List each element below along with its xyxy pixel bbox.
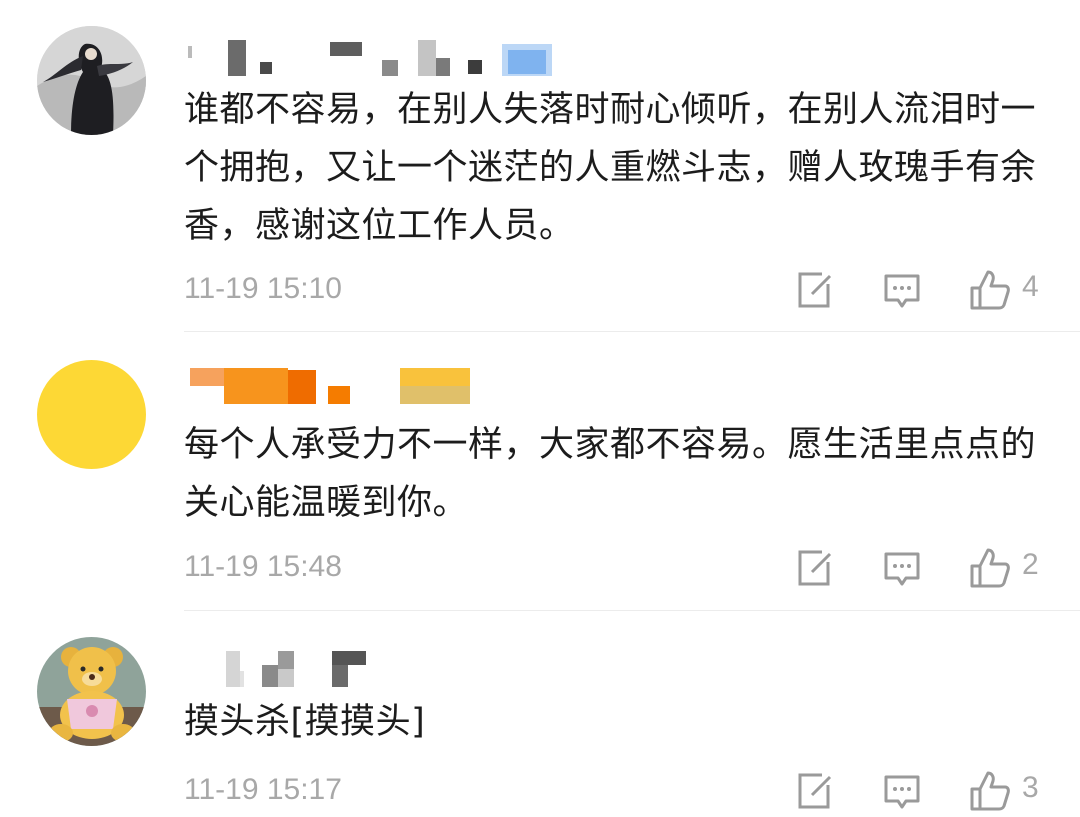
thumbs-up-icon[interactable] (968, 769, 1012, 813)
thumbs-up-icon[interactable] (968, 546, 1012, 590)
thumbs-up-icon[interactable] (968, 268, 1012, 312)
reply-icon[interactable] (880, 769, 924, 813)
username-redacted[interactable] (184, 368, 484, 404)
comment-actions: 4 (790, 268, 1050, 312)
comment-time: 11-19 15:17 (184, 773, 342, 806)
username-redacted[interactable] (184, 40, 564, 76)
yellow-circle-avatar[interactable] (37, 360, 146, 469)
reply-icon[interactable] (880, 268, 924, 312)
avatar[interactable] (37, 637, 146, 746)
comment-item: 摸头杀[摸摸头] 11-19 15:17 3 (0, 611, 1080, 812)
like-count: 4 (1022, 270, 1039, 303)
reply-icon[interactable] (880, 546, 924, 590)
comment-time: 11-19 15:10 (184, 272, 342, 305)
share-icon[interactable] (792, 268, 836, 312)
comment-actions: 3 (790, 769, 1050, 813)
like-count: 2 (1022, 548, 1039, 581)
comment-time: 11-19 15:48 (184, 550, 342, 583)
figure-in-dark-cloak-avatar (37, 26, 146, 135)
comment-actions: 2 (790, 546, 1050, 590)
comment-text: 每个人承受力不一样，大家都不容易。愿生活里点点的关心能温暖到你。 (184, 425, 1037, 523)
like-count: 3 (1022, 771, 1039, 804)
comment-item: 谁都不容易，在别人失落时耐心倾听，在别人流泪时一个拥抱，又让一个迷茫的人重燃斗志… (0, 0, 1080, 330)
share-icon[interactable] (792, 546, 836, 590)
comment-text: 摸头杀[摸摸头] (184, 702, 426, 742)
comment-item: 每个人承受力不一样，大家都不容易。愿生活里点点的关心能温暖到你。 11-19 1… (0, 332, 1080, 610)
teddy-bear-avatar (37, 637, 146, 746)
username-redacted[interactable] (184, 651, 384, 687)
avatar[interactable] (37, 26, 146, 135)
share-icon[interactable] (792, 769, 836, 813)
comment-text: 谁都不容易，在别人失落时耐心倾听，在别人流泪时一个拥抱，又让一个迷茫的人重燃斗志… (184, 90, 1037, 246)
